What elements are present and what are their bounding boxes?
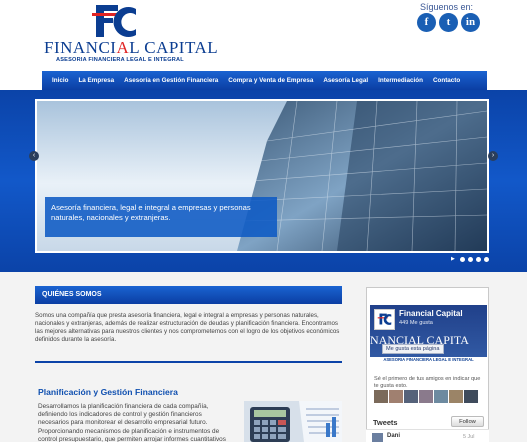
avatar[interactable] — [434, 390, 448, 403]
about-heading: QUIÉNES SOMOS — [35, 286, 342, 304]
slider-play-button[interactable]: ▶ — [451, 257, 457, 262]
slider-pagination: ▶ — [451, 257, 489, 262]
slider-prev-button[interactable]: ‹ — [29, 151, 39, 161]
facebook-friend-avatars — [374, 390, 478, 403]
nav-item-asesoria-legal[interactable]: Asesoría Legal — [318, 77, 373, 84]
avatar[interactable] — [374, 390, 388, 403]
page-thumbnail[interactable] — [374, 309, 395, 330]
calculator-image — [244, 401, 342, 442]
main-nav: Inicio La Empresa Asesoría en Gestión Fi… — [42, 71, 487, 90]
nav-item-intermediacion[interactable]: Intermediación — [373, 77, 428, 84]
tweet-date: 5 Jul — [463, 434, 475, 440]
slider-dot[interactable] — [476, 257, 481, 262]
twitter-icon[interactable]: t — [439, 13, 458, 32]
planning-title[interactable]: Planificación y Gestión Financiera — [38, 387, 178, 397]
slider-dot[interactable] — [468, 257, 473, 262]
avatar[interactable] — [404, 390, 418, 403]
planning-text: Desarrollamos la planificación financier… — [38, 403, 226, 442]
linkedin-icon[interactable]: in — [461, 13, 480, 32]
image-slider: Asesoría financiera, legal e integral a … — [35, 99, 489, 253]
brand-name-accent: A — [116, 38, 130, 57]
brand-name-part: FINANCI — [44, 38, 117, 57]
logo-icon[interactable] — [92, 3, 138, 41]
avatar — [372, 433, 383, 442]
brand-name-part: L CAPITAL — [129, 38, 219, 57]
facebook-friends-text: Sé el primero de tus amigos en indicar q… — [374, 376, 481, 389]
twitter-follow-button[interactable]: Follow — [451, 416, 484, 427]
tweets-label: Tweets — [373, 418, 398, 427]
tweet-item[interactable]: Dani 5 Jul — [366, 429, 489, 442]
avatar[interactable] — [419, 390, 433, 403]
section-divider — [35, 361, 342, 363]
header: FINANCIAL CAPITAL ASESORIA FINANCIERA LE… — [0, 0, 527, 70]
social-title: Síguenos en: — [420, 2, 474, 12]
brand-tagline: ASESORIA FINANCIERA LEGAL E INTEGRAL — [56, 57, 184, 63]
slider-next-button[interactable]: › — [488, 151, 498, 161]
slide-caption: Asesoría financiera, legal e integral a … — [45, 197, 277, 237]
avatar[interactable] — [464, 390, 478, 403]
avatar[interactable] — [449, 390, 463, 403]
about-text: Somos una compañía que presta asesoría f… — [35, 312, 340, 343]
nav-item-gestion-financiera[interactable]: Asesoría en Gestión Financiera — [119, 77, 223, 84]
facebook-page-name[interactable]: Financial Capital — [399, 309, 463, 318]
facebook-like-count: 449 Me gusta — [399, 320, 433, 326]
nav-item-la-empresa[interactable]: La Empresa — [73, 77, 119, 84]
nav-item-contacto[interactable]: Contacto — [428, 77, 465, 84]
tweet-author[interactable]: Dani — [387, 433, 400, 439]
twitter-follow-label: Follow — [459, 419, 476, 425]
facebook-cover-tagline: ASESORIA FINANCIERA LEGAL E INTEGRAL — [383, 357, 474, 362]
facebook-cover: Financial Capital 449 Me gusta NANCIAL C… — [370, 305, 487, 357]
facebook-like-button[interactable]: Me gusta esta página — [382, 344, 444, 354]
nav-item-inicio[interactable]: Inicio — [42, 77, 73, 84]
nav-item-compra-venta[interactable]: Compra y Venta de Empresa — [223, 77, 318, 84]
brand-name: FINANCIAL CAPITAL — [44, 38, 218, 58]
slider-dot[interactable] — [460, 257, 465, 262]
avatar[interactable] — [389, 390, 403, 403]
facebook-icon[interactable]: f — [417, 13, 436, 32]
slider-dot[interactable] — [484, 257, 489, 262]
